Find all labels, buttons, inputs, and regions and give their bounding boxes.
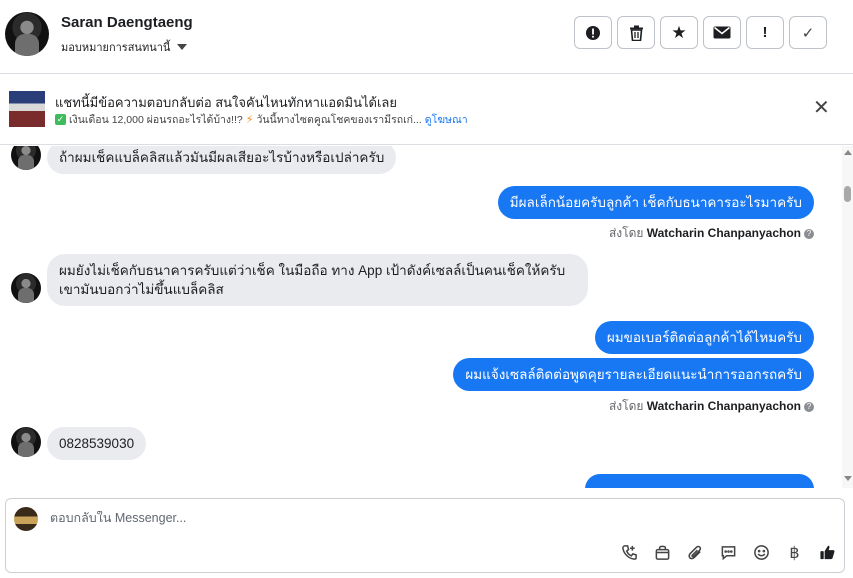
lightning-icon: ⚡	[245, 114, 254, 126]
report-button[interactable]	[574, 16, 612, 49]
alert-circle-icon	[586, 25, 600, 40]
agent-name[interactable]: Watcharin Chanpanyachon	[647, 399, 801, 413]
thumbs-up-icon[interactable]	[816, 541, 839, 564]
ad-title: แชทนี้มีข้อความตอบกลับต่อ สนใจคันไหนทักห…	[55, 95, 398, 110]
caret-down-icon	[177, 44, 188, 50]
ad-reference-banner: แชทนี้มีข้อความตอบกลับต่อ สนใจคันไหนทักห…	[0, 75, 853, 145]
reply-composer: ฿	[5, 498, 845, 573]
sent-by-label: ส่งโดย	[608, 399, 644, 413]
sent-by-label: ส่งโดย	[608, 226, 644, 240]
scroll-thumb[interactable]	[844, 186, 851, 202]
view-ad-link[interactable]: ดูโฆษณา	[425, 111, 468, 128]
assign-label: มอบหมายการสนทนานี้	[61, 42, 171, 54]
exclamation-icon: !	[762, 24, 768, 41]
trash-icon	[629, 25, 643, 41]
bag-icon[interactable]	[651, 541, 674, 564]
reply-input[interactable]	[50, 511, 610, 525]
star-button[interactable]: ★	[660, 16, 698, 49]
assign-conversation-dropdown[interactable]: มอบหมายการสนทนานี้	[61, 38, 188, 56]
sent-by-row: ส่งโดย Watcharin Chanpanyachon?	[609, 224, 814, 243]
message-incoming: ถ้าผมเช็คแบล็คลิสแล้วมันมีผลเสียอะไรบ้าง…	[47, 146, 397, 174]
inbox-conversation: Saran Daengtaeng มอบหมายการสนทนานี้ ★ ! …	[0, 0, 853, 578]
message-outgoing: ผมขอเบอร์ติดต่อลูกค้าได้ไหมครับ	[594, 321, 814, 354]
contact-avatar[interactable]	[5, 12, 49, 56]
close-icon[interactable]: ✕	[813, 98, 830, 118]
ad-line1: เงินเดือน 12,000 ผ่อนรถอะไรได้บ้าง!!?	[69, 114, 243, 126]
mark-done-button[interactable]: ✓	[789, 16, 827, 49]
emoji-icon[interactable]	[750, 541, 773, 564]
baht-glyph: ฿	[789, 544, 800, 562]
mark-unread-button[interactable]	[703, 16, 741, 49]
mark-spam-button[interactable]: !	[746, 16, 784, 49]
help-icon[interactable]: ?	[804, 228, 814, 239]
message-incoming: ผมยังไม่เช็คกับธนาคารครับแต่ว่าเช็ค ในมื…	[47, 254, 588, 306]
message-outgoing-partial	[585, 474, 814, 488]
help-icon[interactable]: ?	[804, 401, 814, 412]
contact-name[interactable]: Saran Daengtaeng	[61, 14, 193, 31]
star-icon: ★	[671, 22, 687, 42]
sent-by-row: ส่งโดย Watcharin Chanpanyachon?	[609, 397, 814, 416]
composer-toolbar: ฿	[618, 541, 839, 564]
message-line: ผมยังไม่เช็คกับธนาคารครับแต่ว่าเช็ค ในมื…	[59, 263, 566, 278]
contact-avatar-small	[11, 273, 41, 303]
message-outgoing: มีผลเล็กน้อยครับลูกค้า เช็คกับธนาคารอะไร…	[497, 186, 814, 219]
agent-name[interactable]: Watcharin Chanpanyachon	[647, 226, 801, 240]
delete-button[interactable]	[617, 16, 655, 49]
contact-avatar-small	[11, 146, 41, 170]
check-icon: ✓	[801, 24, 815, 42]
ad-subtitle: ✓ เงินเดือน 12,000 ผ่อนรถอะไรได้บ้าง!!? …	[55, 111, 468, 128]
scroll-down-arrow-icon[interactable]	[844, 476, 852, 481]
contact-avatar-small	[11, 427, 41, 457]
conversation-header: Saran Daengtaeng มอบหมายการสนทนานี้ ★ ! …	[0, 0, 853, 74]
mail-icon	[713, 26, 731, 39]
page-avatar	[14, 507, 38, 531]
phone-icon[interactable]	[618, 541, 641, 564]
message-list: ถ้าผมเช็คแบล็คลิสแล้วมันมีผลเสียอะไรบ้าง…	[0, 146, 842, 488]
message-line: เขามันบอกว่าไม่ขึ้นแบล็คลิส	[59, 282, 224, 297]
header-actions: ★ ! ✓	[574, 16, 827, 49]
ad-line2: วันนี้ทางไซตคูณโชคของเรามีรถเก่...	[256, 114, 422, 126]
scroll-up-arrow-icon[interactable]	[844, 150, 852, 155]
check-badge-icon: ✓	[55, 114, 66, 125]
baht-icon[interactable]: ฿	[783, 541, 806, 564]
message-incoming: 0828539030	[47, 427, 147, 460]
chat-icon[interactable]	[717, 541, 740, 564]
paperclip-icon[interactable]	[684, 541, 707, 564]
ad-thumbnail[interactable]	[9, 91, 45, 127]
message-outgoing: ผมแจ้งเซลล์ติดต่อพูดคุยรายละเอียดแนะนำกา…	[453, 358, 814, 391]
